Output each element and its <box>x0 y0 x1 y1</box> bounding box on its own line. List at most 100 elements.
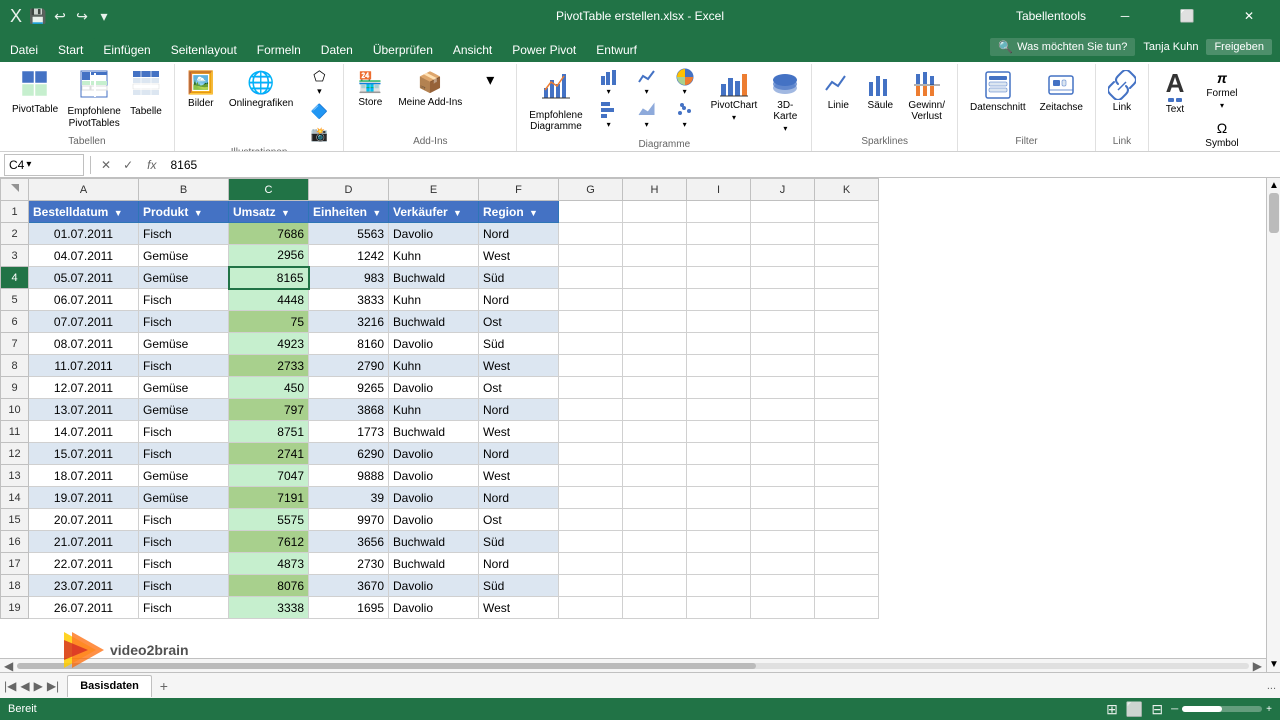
cell-produkt[interactable]: Fisch <box>139 355 229 377</box>
cell-umsatz[interactable]: 8076 <box>229 575 309 597</box>
cell-j[interactable] <box>751 575 815 597</box>
cell-g[interactable] <box>559 553 623 575</box>
cell-verkaeufer[interactable]: Davolio <box>389 333 479 355</box>
page-break-btn[interactable]: ⊟ <box>1151 701 1163 718</box>
cell-k[interactable] <box>815 223 879 245</box>
cell-h[interactable] <box>623 245 687 267</box>
col-header-h[interactable]: H <box>623 179 687 201</box>
cell-region[interactable]: Nord <box>479 289 559 311</box>
cell-produkt[interactable]: Gemüse <box>139 377 229 399</box>
quick-access-more[interactable]: ▾ <box>96 8 112 24</box>
cell-produkt[interactable]: Gemüse <box>139 267 229 289</box>
cell-k[interactable] <box>815 487 879 509</box>
cell-g[interactable] <box>559 597 623 619</box>
cell-h[interactable] <box>623 267 687 289</box>
cell-region[interactable]: West <box>479 355 559 377</box>
cell-produkt[interactable]: Gemüse <box>139 245 229 267</box>
cell-einheiten[interactable]: 39 <box>309 487 389 509</box>
cell-bestelldatum[interactable]: 06.07.2011 <box>29 289 139 311</box>
col-umsatz-filter[interactable]: ▼ <box>281 208 290 218</box>
cell-h[interactable] <box>623 311 687 333</box>
linie-sparkline-button[interactable]: Linie <box>818 66 858 115</box>
cell-i[interactable] <box>687 597 751 619</box>
cell-j[interactable] <box>751 443 815 465</box>
cell-g[interactable] <box>559 531 623 553</box>
cell-g[interactable] <box>559 377 623 399</box>
cell-umsatz[interactable]: 450 <box>229 377 309 399</box>
cell-einheiten[interactable]: 9265 <box>309 377 389 399</box>
cell-produkt[interactable]: Gemüse <box>139 399 229 421</box>
cell-j[interactable] <box>751 311 815 333</box>
cell-g[interactable] <box>559 465 623 487</box>
cell-g[interactable] <box>559 509 623 531</box>
cell-einheiten[interactable]: 3216 <box>309 311 389 333</box>
cell-produkt[interactable]: Fisch <box>139 443 229 465</box>
cell-k[interactable] <box>815 553 879 575</box>
cell-produkt[interactable]: Fisch <box>139 509 229 531</box>
cell-bestelldatum[interactable]: 20.07.2011 <box>29 509 139 531</box>
cell-region[interactable]: West <box>479 465 559 487</box>
cell-k[interactable] <box>815 531 879 553</box>
cell-verkaeufer[interactable]: Buchwald <box>389 311 479 333</box>
tab-seitenlayout[interactable]: Seitenlayout <box>161 38 247 62</box>
tab-formeln[interactable]: Formeln <box>247 38 311 62</box>
restore-button[interactable]: ⬜ <box>1164 0 1210 32</box>
cell-umsatz[interactable]: 75 <box>229 311 309 333</box>
cell-g[interactable] <box>559 355 623 377</box>
cell-j[interactable] <box>751 223 815 245</box>
cell-i[interactable] <box>687 531 751 553</box>
cell-umsatz[interactable]: 2956 <box>229 245 309 267</box>
add-sheet-button[interactable]: + <box>154 676 174 696</box>
cell-g[interactable] <box>559 443 623 465</box>
cell-verkaeufer[interactable]: Kuhn <box>389 399 479 421</box>
cell-h[interactable] <box>623 531 687 553</box>
cell-i[interactable] <box>687 421 751 443</box>
cell-bestelldatum[interactable]: 21.07.2011 <box>29 531 139 553</box>
tab-ansicht[interactable]: Ansicht <box>443 38 502 62</box>
cell-k[interactable] <box>815 267 879 289</box>
cell-h[interactable] <box>623 377 687 399</box>
col-header-e[interactable]: E <box>389 179 479 201</box>
addins-dropdown[interactable]: ▾ <box>470 66 510 94</box>
cell-einheiten[interactable]: 5563 <box>309 223 389 245</box>
cell-j[interactable] <box>751 421 815 443</box>
vscroll-track[interactable] <box>1267 193 1280 657</box>
text-button[interactable]: A Text <box>1155 66 1195 119</box>
saeule-sparkline-button[interactable]: Säule <box>860 66 900 115</box>
zoom-in-btn[interactable]: + <box>1266 704 1272 715</box>
onlinegrafiken-button[interactable]: 🌐 Onlinegrafiken <box>223 66 299 113</box>
cell-verkaeufer[interactable]: Kuhn <box>389 289 479 311</box>
tab-einfuegen[interactable]: Einfügen <box>93 38 160 62</box>
sheet-tab-basisdaten[interactable]: Basisdaten <box>67 675 152 697</box>
search-help-box[interactable]: 🔍 Was möchten Sie tun? <box>990 38 1135 56</box>
cell-region[interactable]: Nord <box>479 399 559 421</box>
cell-i[interactable] <box>687 223 751 245</box>
cell-verkaeufer[interactable]: Buchwald <box>389 531 479 553</box>
normal-view-btn[interactable]: ⊞ <box>1106 701 1118 718</box>
cell-verkaeufer[interactable]: Kuhn <box>389 355 479 377</box>
cell-region[interactable]: Nord <box>479 443 559 465</box>
balken-button[interactable]: ▾ <box>591 99 627 131</box>
cell-j[interactable] <box>751 355 815 377</box>
pivotchart-button[interactable]: PivotChart ▾ <box>705 66 764 126</box>
cell-einheiten[interactable]: 3868 <box>309 399 389 421</box>
cell-j[interactable] <box>751 377 815 399</box>
cell-g[interactable] <box>559 421 623 443</box>
cell-einheiten[interactable]: 2730 <box>309 553 389 575</box>
cell-i[interactable] <box>687 289 751 311</box>
cell-i[interactable] <box>687 575 751 597</box>
cell-umsatz[interactable]: 2741 <box>229 443 309 465</box>
cell-bestelldatum[interactable]: 04.07.2011 <box>29 245 139 267</box>
cell-umsatz[interactable]: 5575 <box>229 509 309 531</box>
cell-h[interactable] <box>623 465 687 487</box>
cell-umsatz[interactable]: 7191 <box>229 487 309 509</box>
cell-region[interactable]: Ost <box>479 311 559 333</box>
col-region-filter[interactable]: ▼ <box>529 208 538 218</box>
cell-j[interactable] <box>751 267 815 289</box>
cell-k[interactable] <box>815 355 879 377</box>
3d-karte-button[interactable]: 3D-Karte ▾ <box>765 66 805 137</box>
col-produkt-filter[interactable]: ▼ <box>194 208 203 218</box>
screenshot-button[interactable]: 📸 <box>301 124 337 145</box>
cell-k[interactable] <box>815 289 879 311</box>
cell-einheiten[interactable]: 983 <box>309 267 389 289</box>
